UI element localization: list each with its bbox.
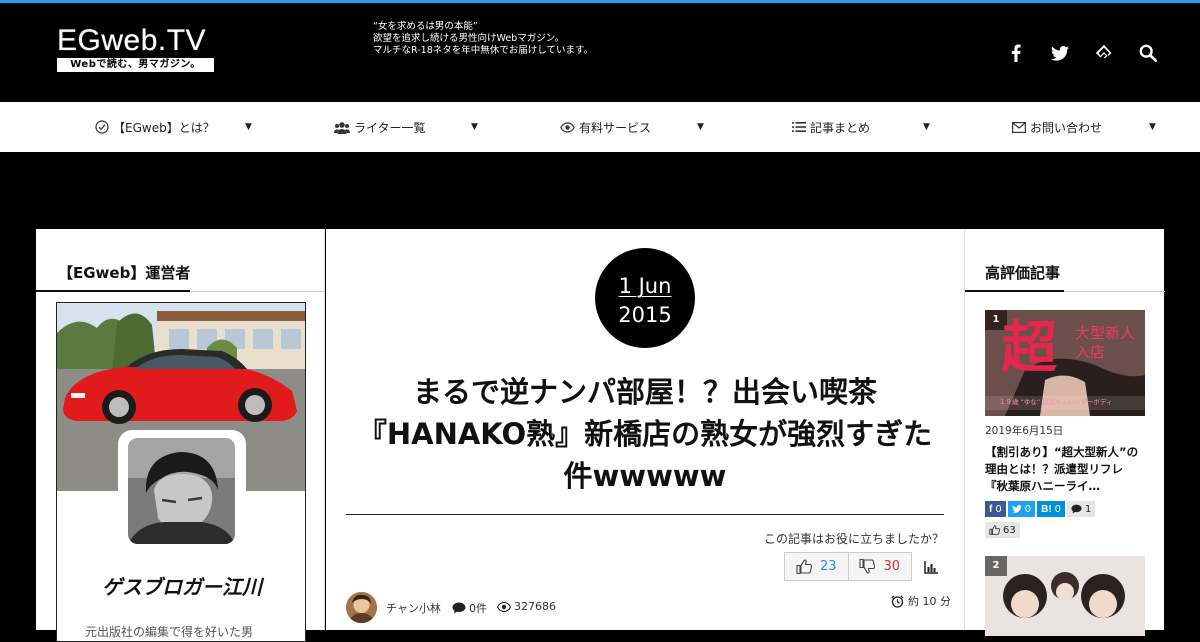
ranking-thumbnail[interactable]: 1 超 大型新人入店 １９歳 “ゆな” 黒髪×スレンダーボディ: [985, 310, 1145, 416]
twitter-share-count[interactable]: 0: [1007, 501, 1036, 517]
ranking-thumbnail[interactable]: 2: [985, 556, 1145, 636]
banner-headline: 超: [1001, 315, 1057, 381]
alarm-clock-icon: [891, 595, 904, 608]
facebook-icon: f: [989, 503, 993, 515]
nav-label: 有料サービス: [579, 120, 652, 135]
nav-label: 【EGweb】とは？: [113, 120, 215, 135]
site-logo[interactable]: EGweb.TV Webで読む、男マガジン。: [57, 25, 215, 72]
comment-count: 0件: [469, 602, 487, 615]
nav-item-contact[interactable]: お問い合わせ ▼: [904, 102, 1200, 152]
article-title: まるで逆ナンパ部屋！？出会い喫茶『HANAKO熟』新橋店の熟女が強烈すぎた件ww…: [357, 375, 933, 493]
nav-item-article-summary[interactable]: 記事まとめ ▼: [678, 102, 930, 152]
read-time-value: 約 10 分: [908, 595, 951, 608]
nav-item-writers[interactable]: ライター一覧 ▼: [226, 102, 478, 152]
twitter-icon: [1011, 505, 1022, 513]
comment-icon: [452, 602, 466, 614]
chevron-down-icon: ▼: [1149, 122, 1156, 132]
sidebar-right: 高評価記事 1 超 大型新人入店 １９歳 “ゆな” 黒髪×スレンダーボディ 20…: [964, 229, 1165, 636]
dislike-button[interactable]: 30: [849, 553, 912, 580]
thumbs-down-icon: [859, 559, 876, 574]
post-date-badge: 1 Jun 2015: [595, 248, 695, 348]
widget-divider-accent: [36, 290, 190, 292]
helpful-question: この記事はお役に立ちましたか？: [763, 532, 944, 546]
dislike-count: 30: [883, 559, 901, 574]
comment-icon: [1071, 504, 1082, 514]
bar-chart-icon[interactable]: [924, 559, 938, 578]
profile-name: ゲスブロガー江川: [102, 575, 262, 599]
ranking-card[interactable]: 1 超 大型新人入店 １９歳 “ゆな” 黒髪×スレンダーボディ 2019年6月1…: [985, 310, 1145, 539]
mail-icon: [1012, 121, 1026, 133]
post-date-year: 2015: [618, 303, 672, 327]
profile-card: ゲスブロガー江川 元出版社の編集で得を好いた男: [56, 302, 306, 642]
nav-item-about[interactable]: 【EGweb】とは？ ▼: [0, 102, 252, 152]
like-count-row: 63: [985, 520, 1145, 539]
banner-caption: １９歳 “ゆな” 黒髪×スレンダーボディ: [999, 398, 1113, 406]
list-icon: [792, 122, 806, 132]
like-count: 23: [819, 559, 837, 574]
site-header: EGweb.TV Webで読む、男マガジン。 “女を求めるは男の本能” 欲望を追…: [0, 3, 1200, 102]
thumbs-up-icon: [989, 525, 1000, 535]
ranking-date: 2019年6月15日: [985, 425, 1064, 437]
widget-title: 【EGweb】運営者: [58, 264, 191, 282]
widget-title: 高評価記事: [985, 264, 1061, 282]
post-date-day: 1 Jun: [618, 274, 672, 298]
read-time: 約 10 分: [891, 593, 951, 609]
article-main: 1 Jun 2015 まるで逆ナンパ部屋！？出会い喫茶『HANAKO熟』新橋店の…: [326, 229, 964, 630]
vote-widget: 23 30: [784, 552, 912, 581]
nav-label: ライター一覧: [354, 120, 426, 135]
comment-count: 1: [1085, 503, 1092, 515]
twitter-count: 0: [1024, 503, 1032, 515]
hatena-count: 0: [1054, 503, 1062, 515]
like-count: 63: [1003, 524, 1016, 536]
site-tagline: “女を求めるは男の本能” 欲望を追求し続ける男性向けWebマガジン。 マルチなR…: [373, 21, 593, 57]
ranking-title[interactable]: 【割引あり】“超大型新人”の理由とは！？派遣型リフレ『秋葉原ハニーライ…: [985, 444, 1145, 495]
facebook-count: 0: [995, 503, 1002, 515]
hatena-icon: B!: [1041, 503, 1052, 515]
hatena-share-count[interactable]: B! 0: [1037, 501, 1066, 517]
avatar: [128, 438, 235, 544]
title-divider: [346, 514, 944, 515]
logo-text: EGweb.TV: [57, 24, 207, 57]
logo-subtitle: Webで読む、男マガジン。: [57, 58, 214, 72]
tagline-line: “女を求めるは男の本能”: [373, 21, 478, 32]
nav-label: 記事まとめ: [810, 120, 871, 135]
facebook-icon[interactable]: [1004, 41, 1028, 65]
view-meta: 327686: [497, 600, 556, 613]
thumbs-up-icon: [796, 559, 812, 574]
rank-badge: 2: [985, 556, 1007, 576]
twitter-icon[interactable]: [1048, 41, 1072, 65]
nav-label: お問い合わせ: [1030, 120, 1103, 135]
search-icon[interactable]: [1136, 41, 1160, 65]
author-avatar[interactable]: [346, 592, 377, 623]
tagline-line: 欲望を追求し続ける男性向けWebマガジン。: [373, 33, 565, 44]
nav-item-paid-services[interactable]: 有料サービス ▼: [452, 102, 704, 152]
sidebar-left: 【EGweb】運営者 ゲスブロガー江川 元出版社の編集で得を好いた男: [36, 229, 325, 642]
profile-description: 元出版社の編集で得を好いた男: [85, 625, 254, 639]
view-count: 327686: [514, 600, 556, 613]
check-circle-icon: [95, 120, 109, 134]
eye-icon: [560, 121, 575, 133]
tagline-line: マルチなR-18ネタを年中無休でお届けしています。: [373, 45, 593, 56]
author-name[interactable]: チャン小林: [386, 600, 441, 616]
share-counts: f0 0 B! 0 1: [985, 501, 1145, 517]
facebook-share-count[interactable]: f0: [985, 501, 1006, 517]
like-button[interactable]: 23: [785, 553, 849, 580]
users-icon: [334, 121, 350, 134]
main-navigation: 【EGweb】とは？ ▼ ライター一覧 ▼ 有料サービス ▼ 記事まとめ ▼ お…: [0, 102, 1200, 152]
comment-meta[interactable]: 0件: [452, 600, 487, 616]
ranking-card[interactable]: 2: [985, 556, 1145, 636]
like-count-chip[interactable]: 63: [985, 522, 1020, 538]
eye-icon: [497, 601, 511, 612]
feedly-icon[interactable]: [1092, 41, 1116, 65]
comment-count-chip[interactable]: 1: [1067, 501, 1096, 517]
widget-divider-accent: [965, 290, 1064, 292]
banner-subtext: 大型新人入店: [1075, 324, 1136, 361]
